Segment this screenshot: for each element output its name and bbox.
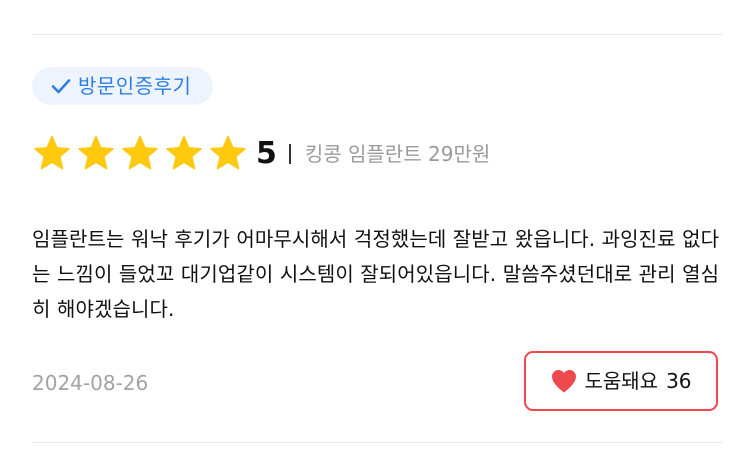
- star-icon: [210, 135, 246, 170]
- helpful-button[interactable]: 도움돼요 36: [524, 351, 718, 411]
- heart-icon: [552, 370, 577, 393]
- rating-row: 5 킹콩 임플란트 29만원: [32, 134, 490, 174]
- rating-score: 5: [256, 136, 277, 171]
- product-name: 킹콩 임플란트 29만원: [304, 142, 491, 166]
- verified-badge-label: 방문인증후기: [78, 74, 192, 98]
- helpful-label: 도움돼요: [584, 369, 659, 393]
- star-icon: [34, 135, 70, 170]
- check-icon: [50, 75, 72, 97]
- top-divider: [32, 34, 722, 35]
- verified-visit-badge: 방문인증후기: [32, 67, 214, 105]
- star-icon: [166, 135, 202, 170]
- review-date: 2024-08-26: [32, 371, 149, 395]
- bottom-divider: [32, 442, 722, 443]
- star-icon: [122, 135, 158, 170]
- star-icon: [78, 135, 114, 170]
- review-body: 임플란트는 워낙 후기가 어마무시해서 걱정했는데 잘받고 왔읍니다. 과잉진료…: [32, 227, 720, 321]
- helpful-count: 36: [666, 369, 692, 393]
- rating-separator: [288, 144, 291, 164]
- star-rating: [32, 134, 248, 174]
